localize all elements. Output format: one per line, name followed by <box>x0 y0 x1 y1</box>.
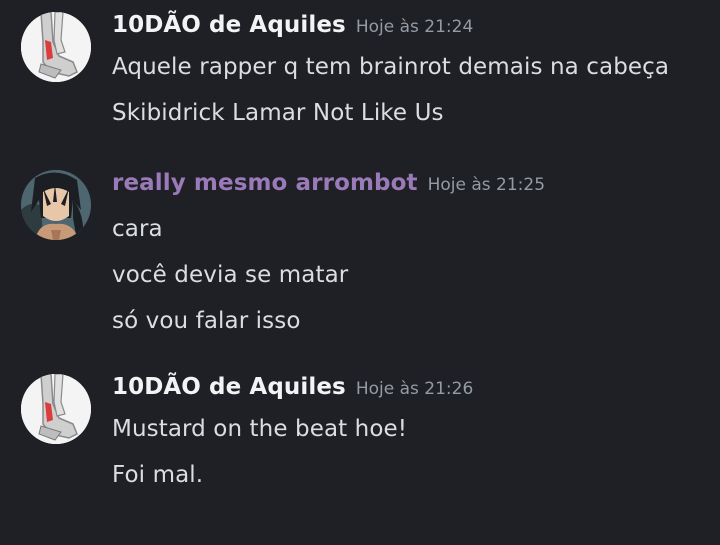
ankle-xray-avatar-icon <box>21 374 91 444</box>
ankle-xray-avatar-icon <box>21 12 91 82</box>
username[interactable]: really mesmo arrombot <box>112 170 418 196</box>
timestamp[interactable]: Hoje às 21:26 <box>356 379 473 399</box>
username[interactable]: 10DÃO de Aquiles <box>112 12 346 38</box>
message-text: Foi mal. <box>112 462 204 488</box>
message-text: cara <box>112 216 163 242</box>
anime-character-avatar-icon <box>21 170 91 240</box>
message-text: Skibidrick Lamar Not Like Us <box>112 100 444 126</box>
message-text: você devia se matar <box>112 262 349 288</box>
avatar[interactable] <box>21 170 91 240</box>
username[interactable]: 10DÃO de Aquiles <box>112 374 346 400</box>
message-text: Aquele rapper q tem brainrot demais na c… <box>112 54 670 80</box>
avatar[interactable] <box>21 374 91 444</box>
message-text: só vou falar isso <box>112 308 301 334</box>
message-header: 10DÃO de Aquiles Hoje às 21:24 <box>112 12 473 48</box>
timestamp[interactable]: Hoje às 21:25 <box>428 175 545 195</box>
message-header: really mesmo arrombot Hoje às 21:25 <box>112 170 545 206</box>
timestamp[interactable]: Hoje às 21:24 <box>356 17 473 37</box>
avatar[interactable] <box>21 12 91 82</box>
message-header: 10DÃO de Aquiles Hoje às 21:26 <box>112 374 473 410</box>
chat-message-list: 10DÃO de Aquiles Hoje às 21:24 Aquele rap… <box>0 0 720 545</box>
message-text: Mustard on the beat hoe! <box>112 416 408 442</box>
